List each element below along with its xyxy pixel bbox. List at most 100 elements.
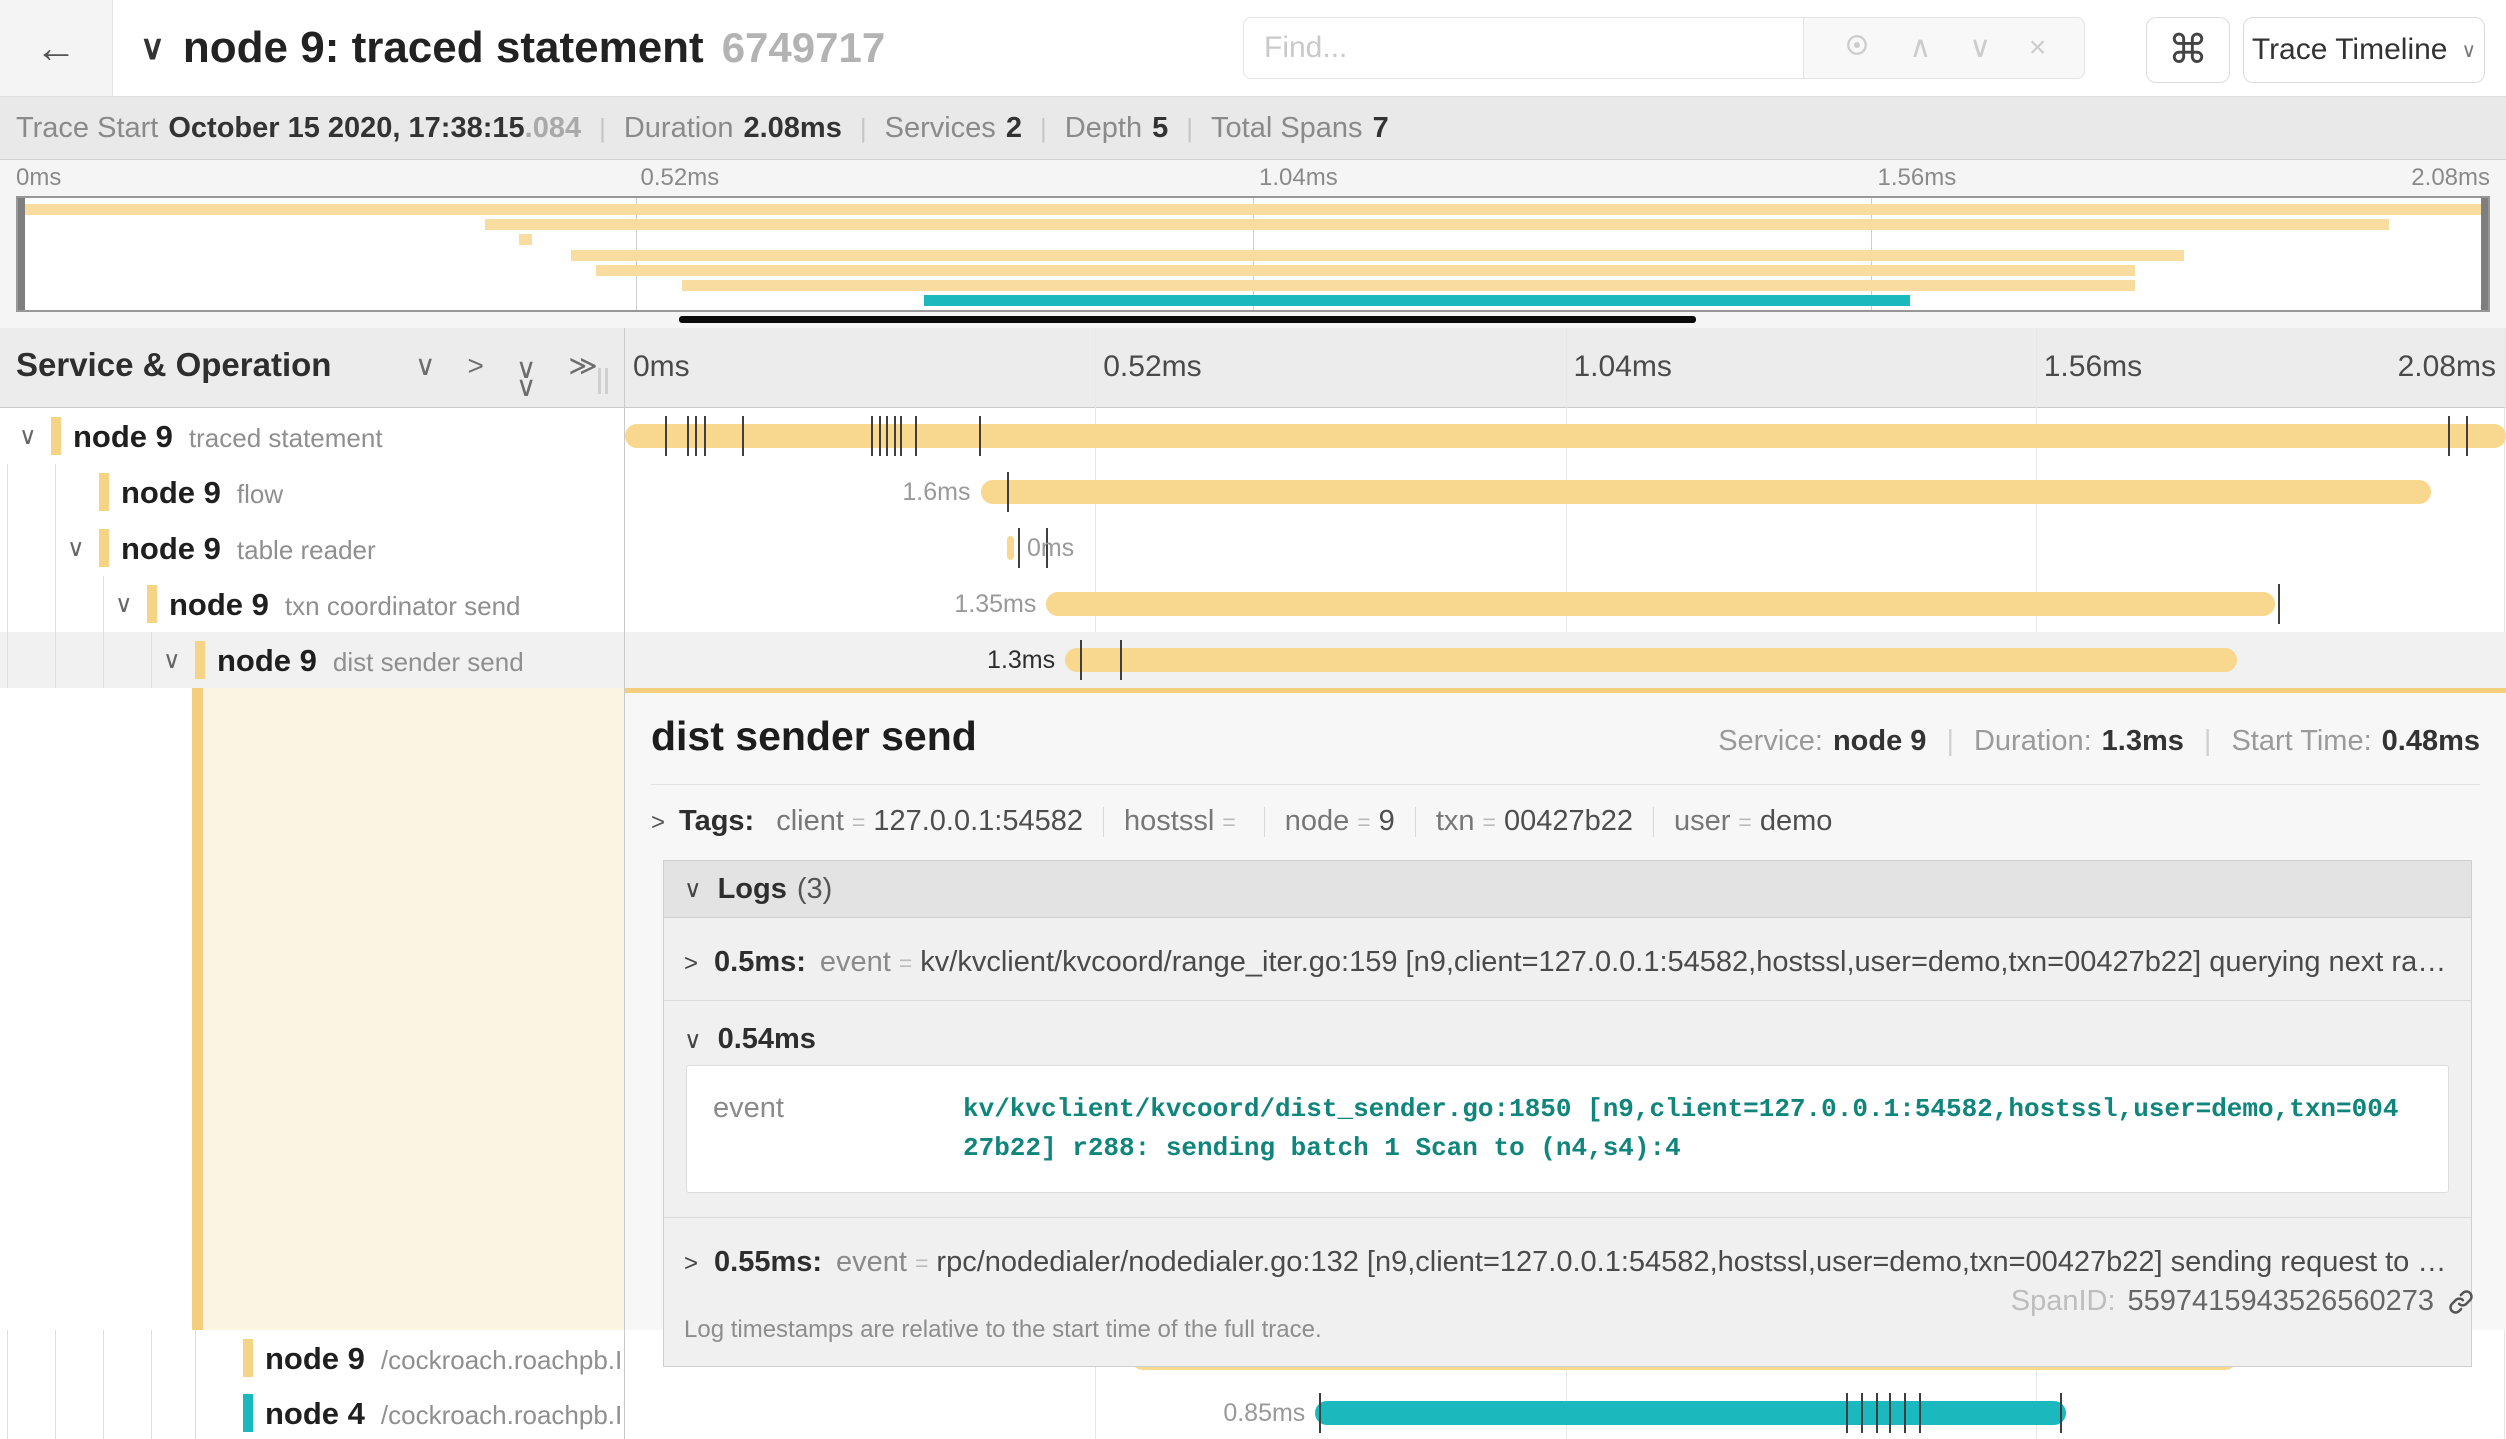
log-entry-1: > 0.5ms: event = kv/kvclient/kvcoord/ran… [664, 918, 2471, 1001]
span-row-name-cell: ∨node 9txn coordinator send [0, 576, 624, 632]
tags-row[interactable]: > Tags: client=127.0.0.1:54582hostssl=no… [625, 785, 2506, 844]
span-row-timeline-cell[interactable]: 1.3ms [625, 632, 2506, 688]
log-marker-tick [1846, 1393, 1848, 1433]
timeline-tick-label: 0ms [633, 350, 690, 384]
minimap-span [924, 295, 1910, 306]
tag-key: client [776, 805, 844, 838]
summary-label: Services [885, 112, 996, 145]
span-bar[interactable] [625, 424, 2506, 448]
tag-value: 127.0.0.1:54582 [873, 805, 1083, 838]
trace-view-selector[interactable]: Trace Timeline ∨ [2243, 17, 2485, 83]
span-row[interactable]: node 9flow1.6ms [0, 464, 2506, 520]
row-collapse-icon[interactable]: ∨ [163, 646, 181, 675]
operation-name: txn coordinator send [285, 591, 521, 621]
log-field-key: event [687, 1066, 963, 1192]
span-row-name-cell: ∨node 9dist sender send [0, 632, 624, 688]
span-row[interactable]: ∨ node 9table reader 0ms [0, 520, 2506, 576]
log-marker-tick [1861, 1393, 1863, 1433]
find-input[interactable] [1243, 17, 1803, 79]
log-marker-tick [1889, 1393, 1891, 1433]
minimap-drag-handle-left[interactable] [18, 198, 25, 310]
minimap-span [571, 250, 2184, 261]
collapse-all-icon[interactable]: ∨∨ [516, 355, 537, 401]
find-next-icon[interactable]: ∨ [1969, 33, 1991, 63]
minimap-tick-label: 2.08ms [2411, 164, 2490, 192]
span-bar[interactable] [1315, 1401, 2066, 1425]
log-marker-tick [1007, 472, 1009, 512]
minimap-drag-handle-right[interactable] [2481, 198, 2488, 310]
locate-icon[interactable] [1842, 30, 1872, 66]
span-row-name-cell: node 9flow [0, 464, 624, 520]
log-field-value: kv/kvclient/kvcoord/dist_sender.go:1850 … [963, 1066, 2448, 1192]
span-bar[interactable] [1007, 536, 1015, 560]
log-value: rpc/nodedialer/nodedialer.go:132 [n9,cli… [936, 1246, 2451, 1279]
span-row-timeline-cell[interactable]: 0ms [625, 520, 2506, 576]
expand-all-icon[interactable]: ≫ [568, 352, 597, 398]
span-detail-meta: Service: node 9 | Duration: 1.3ms | Star… [1718, 725, 2480, 758]
service-name: node 9table reader [121, 531, 376, 567]
span-bar[interactable] [1065, 648, 2237, 672]
span-detail-header[interactable]: dist sender send Service: node 9 | Durat… [625, 693, 2506, 760]
span-row-timeline-cell[interactable]: 1.6ms [625, 464, 2506, 520]
deep-link-icon[interactable] [2446, 1287, 2476, 1317]
duration-value: 1.3ms [2102, 725, 2184, 758]
log-time: 0.55ms: [714, 1246, 822, 1279]
log-equals: = [899, 950, 912, 977]
span-row-timeline-cell[interactable]: 0.85ms [625, 1385, 2506, 1439]
collapse-one-icon[interactable]: ∨ [415, 352, 436, 398]
span-row-name-cell: node 4/cockroach.roachpb.I... [0, 1385, 624, 1439]
find-wrap: ∧ ∨ × [1243, 17, 2085, 81]
span-rows-top: ∨node 9traced statementnode 9flow1.6ms∨n… [0, 408, 2506, 688]
span-row[interactable]: ∨node 9txn coordinator send1.35ms [0, 576, 2506, 632]
span-bar[interactable] [1046, 592, 2274, 616]
summary-separator: | [599, 113, 606, 144]
trace-title-wrap: ∨ node 9: traced statement 6749717 [140, 0, 885, 96]
log-marker-tick [915, 416, 917, 456]
summary-value: 2.08ms [743, 112, 841, 145]
operation-name: flow [237, 479, 283, 509]
column-resize-grip[interactable] [598, 368, 612, 394]
span-row-timeline-cell[interactable] [625, 408, 2506, 464]
service-color-strip [243, 1339, 253, 1377]
log-marker-tick [1080, 640, 1082, 680]
span-row[interactable]: ∨node 9traced statement [0, 408, 2506, 464]
tags-expander-icon[interactable]: > [651, 809, 665, 837]
trace-timeline-page: ← ∨ node 9: traced statement 6749717 ∧ ∨… [0, 0, 2506, 1439]
find-clear-icon[interactable]: × [2029, 33, 2047, 63]
find-prev-icon[interactable]: ∧ [1909, 33, 1931, 63]
span-row[interactable]: ∨node 9dist sender send1.3ms [0, 632, 2506, 688]
row-collapse-icon[interactable]: ∨ [115, 590, 133, 619]
timeline-minimap: 0ms0.52ms1.04ms1.56ms2.08ms [0, 160, 2506, 328]
keyboard-shortcuts-button[interactable]: ⌘ [2146, 17, 2230, 83]
minimap-canvas[interactable] [16, 196, 2490, 312]
indent-guide-line [195, 1330, 196, 1439]
tag-separator [1653, 807, 1654, 837]
span-row-timeline-cell[interactable]: 1.35ms [625, 576, 2506, 632]
service-label: Service: [1718, 725, 1823, 758]
log-marker-tick [1904, 1393, 1906, 1433]
span-bar[interactable] [981, 480, 2431, 504]
title-collapse-icon[interactable]: ∨ [140, 28, 165, 68]
row-collapse-icon[interactable]: ∨ [19, 422, 37, 451]
minimap-scroll-indicator[interactable] [679, 316, 1696, 323]
span-duration-label: 0ms [1021, 534, 1074, 563]
log-entry-2-header[interactable]: ∨ 0.54ms [684, 1001, 2451, 1059]
service-color-strip [243, 1394, 253, 1432]
span-row[interactable]: node 4/cockroach.roachpb.I...0.85ms [0, 1385, 2506, 1439]
service-color-strip [195, 641, 205, 679]
row-collapse-icon[interactable]: ∨ [67, 534, 85, 563]
tag-item: hostssl= [1124, 805, 1244, 838]
logs-header[interactable]: ∨ Logs (3) [664, 861, 2471, 918]
log-entry-1-line[interactable]: > 0.5ms: event = kv/kvclient/kvcoord/ran… [684, 918, 2451, 1000]
tag-key: node [1285, 805, 1350, 838]
service-color-strip [147, 585, 157, 623]
log-marker-tick [2060, 1393, 2062, 1433]
log-time: 0.54ms [718, 1023, 816, 1056]
panel-divider[interactable] [624, 328, 625, 1439]
service-name: node 4/cockroach.roachpb.I... [265, 1396, 624, 1432]
back-button[interactable]: ← [0, 0, 113, 96]
expand-one-icon[interactable]: > [468, 352, 484, 398]
selected-span-band [192, 688, 625, 1330]
summary-label: Duration [624, 112, 734, 145]
log-expander-icon: > [684, 950, 698, 978]
